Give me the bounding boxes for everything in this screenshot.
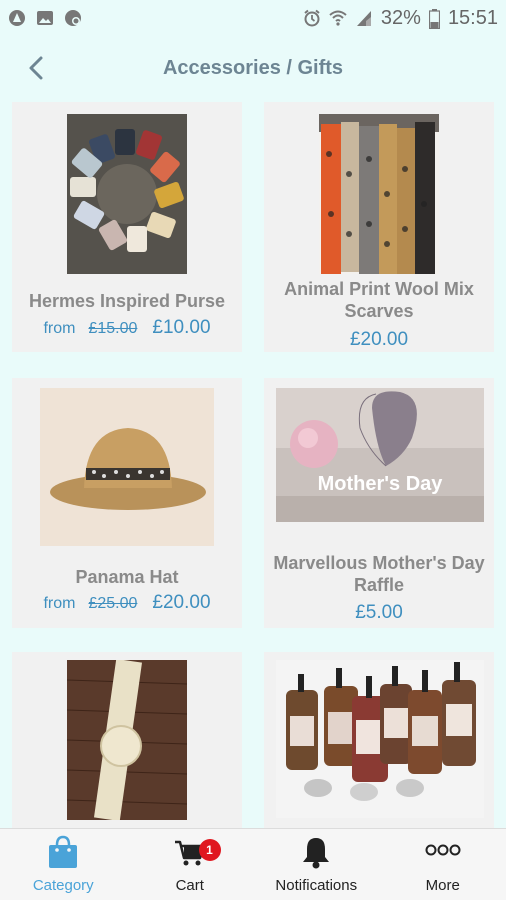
clock: 15:51 <box>447 6 498 29</box>
product-image <box>67 660 187 820</box>
price-current: £20.00 <box>349 329 409 350</box>
wifi-icon <box>329 9 347 27</box>
product-card[interactable]: Hermes Inspired Purse from £15.00 £10.00 <box>12 102 242 352</box>
product-card[interactable] <box>12 652 242 828</box>
product-price: from £15.00 £10.00 <box>12 317 242 339</box>
product-grid: Hermes Inspired Purse from £15.00 £10.00 <box>0 100 506 828</box>
product-name: Panama Hat <box>75 567 179 587</box>
product-card[interactable]: Panama Hat from £25.00 £20.00 <box>12 378 242 628</box>
cart-badge: 1 <box>198 839 221 861</box>
product-card[interactable]: Animal Print Wool Mix Scarves £20.00 <box>264 102 494 352</box>
price-old: £25.00 <box>88 595 138 612</box>
app-header: Accessories / Gifts <box>0 36 506 100</box>
back-button[interactable] <box>22 52 50 84</box>
product-image <box>319 114 439 274</box>
tab-label: Cart <box>175 877 204 894</box>
product-image <box>40 388 214 546</box>
price-current: £5.00 <box>355 602 403 623</box>
product-card[interactable] <box>264 652 494 828</box>
bottom-tab-bar: Category 1 Cart Notifications More <box>0 828 506 900</box>
shopping-bag-icon <box>48 835 78 874</box>
price-current: £20.00 <box>152 592 211 613</box>
tab-notifications[interactable]: Notifications <box>253 829 380 900</box>
product-name: Hermes Inspired Purse <box>28 291 226 311</box>
battery-icon <box>428 9 441 30</box>
product-price: £20.00 <box>264 329 494 351</box>
product-name: Marvellous Mother's Day Raffle <box>273 553 485 595</box>
price-current: £10.00 <box>152 317 211 338</box>
product-image <box>67 114 187 274</box>
tab-label: Notifications <box>275 877 358 894</box>
product-price: from £25.00 £20.00 <box>12 592 242 614</box>
tab-cart[interactable]: 1 Cart <box>127 829 254 900</box>
gallery-icon <box>36 9 54 27</box>
product-name: Animal Print Wool Mix Scarves <box>284 279 474 321</box>
status-bar: 32% 15:51 <box>0 0 506 36</box>
app-notification-icon <box>8 9 26 27</box>
tab-category[interactable]: Category <box>0 829 127 900</box>
price-from-label: from <box>43 320 76 337</box>
price-old: £15.00 <box>88 320 138 337</box>
bell-icon <box>301 835 331 874</box>
mothers-day-caption: Mother's Day <box>318 473 444 495</box>
page-title: Accessories / Gifts <box>162 56 344 79</box>
tab-label: More <box>425 877 460 894</box>
product-card[interactable]: Mother's Day Marvellous Mother's Day Raf… <box>264 378 494 628</box>
price-from-label: from <box>43 595 76 612</box>
product-image <box>276 660 484 818</box>
battery-percent: 32% <box>380 6 421 29</box>
tab-label: Category <box>32 877 94 894</box>
alarm-icon <box>303 9 321 27</box>
product-price: £5.00 <box>264 602 494 624</box>
tab-more[interactable]: More <box>380 829 506 900</box>
chevron-left-icon <box>29 56 43 80</box>
messenger-icon <box>64 9 82 27</box>
more-dots-icon <box>425 843 461 861</box>
signal-icon <box>355 9 373 27</box>
product-image: Mother's Day <box>276 388 484 522</box>
